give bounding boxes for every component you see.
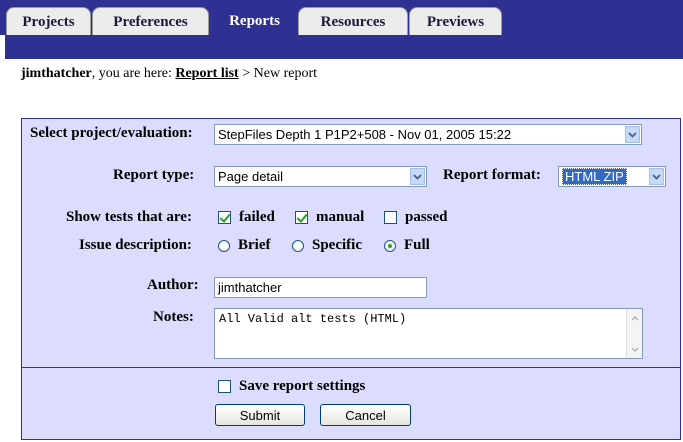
brief-radio[interactable] [218, 239, 230, 252]
notes-text: All Valid alt tests (HTML) [219, 312, 407, 326]
notes-scrollbar[interactable] [626, 309, 642, 358]
report-type-label: Report type: [113, 167, 195, 183]
tab-projects[interactable]: Projects [6, 7, 91, 37]
project-label: Select project/evaluation: [30, 125, 193, 141]
notes-textarea[interactable]: All Valid alt tests (HTML) [214, 308, 643, 359]
issue-description-label: Issue description: [79, 237, 192, 253]
issue-brief-option[interactable]: Brief [218, 237, 270, 254]
project-select[interactable]: StepFiles Depth 1 P1P2+508 - Nov 01, 200… [214, 124, 642, 145]
chevron-down-icon[interactable] [625, 126, 640, 143]
tab-resources[interactable]: Resources [298, 7, 408, 37]
issue-full-option[interactable]: Full [384, 237, 430, 254]
manual-label: manual [316, 209, 365, 225]
failed-label: failed [239, 209, 275, 225]
tab-preferences[interactable]: Preferences [92, 7, 209, 37]
show-manual-option[interactable]: manual [295, 209, 364, 226]
report-type-select[interactable]: Page detail [214, 166, 427, 187]
breadcrumb-separator: > [238, 66, 254, 81]
brief-label: Brief [238, 237, 271, 253]
tab-previews[interactable]: Previews [409, 7, 502, 37]
passed-label: passed [405, 209, 448, 225]
full-label: Full [404, 237, 430, 253]
show-tests-label: Show tests that are: [66, 209, 192, 225]
save-settings-label: Save report settings [239, 378, 366, 394]
author-label: Author: [147, 277, 199, 293]
report-format-label: Report format: [443, 167, 541, 183]
full-radio[interactable] [384, 239, 396, 252]
project-select-value: StepFiles Depth 1 P1P2+508 - Nov 01, 200… [218, 127, 512, 142]
show-failed-option[interactable]: failed [218, 209, 275, 226]
notes-label: Notes: [153, 309, 194, 325]
report-format-select-value: HTML ZIP [562, 168, 627, 185]
breadcrumb-report-list-link[interactable]: Report list [175, 66, 238, 81]
tab-reports[interactable]: Reports [211, 6, 298, 36]
submit-button[interactable]: Submit [215, 404, 305, 426]
breadcrumb-user: jimthatcher [21, 66, 92, 81]
specific-label: Specific [312, 237, 362, 253]
tab-subbar [5, 35, 683, 59]
show-passed-option[interactable]: passed [384, 209, 448, 226]
report-format-select[interactable]: HTML ZIP [558, 166, 666, 187]
breadcrumb: jimthatcher, you are here: Report list >… [21, 66, 317, 82]
breadcrumb-current: New report [253, 66, 318, 81]
save-settings-checkbox[interactable] [218, 380, 231, 393]
issue-specific-option[interactable]: Specific [292, 237, 362, 254]
cancel-button[interactable]: Cancel [320, 404, 411, 426]
panel-divider [21, 367, 681, 368]
report-type-select-value: Page detail [218, 169, 284, 184]
scroll-down-icon[interactable] [628, 342, 642, 356]
breadcrumb-prefix: , you are here: [91, 66, 176, 81]
manual-checkbox[interactable] [295, 211, 308, 224]
author-input[interactable]: jimthatcher [214, 277, 427, 298]
save-settings-option[interactable]: Save report settings [218, 378, 365, 395]
passed-checkbox[interactable] [384, 211, 397, 224]
failed-checkbox[interactable] [218, 211, 231, 224]
specific-radio[interactable] [292, 239, 304, 252]
chevron-down-icon[interactable] [649, 168, 664, 185]
scroll-up-icon[interactable] [628, 311, 642, 325]
chevron-down-icon[interactable] [410, 168, 425, 185]
